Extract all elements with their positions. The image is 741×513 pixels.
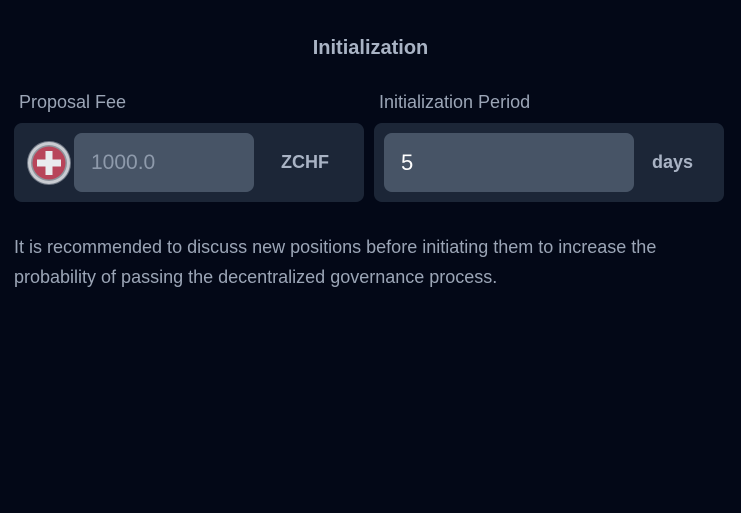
period-unit-label: days (652, 152, 694, 172)
proposal-fee-card: ZCHF (14, 123, 364, 202)
initialization-period-input[interactable] (384, 133, 634, 192)
governance-note: It is recommended to discuss new positio… (14, 237, 657, 287)
section-title: Initialization (312, 37, 429, 59)
proposal-fee-input-wrapper (74, 133, 254, 192)
currency-label: ZCHF (281, 152, 329, 172)
swiss-franc-coin-icon (26, 140, 72, 186)
proposal-fee-input[interactable] (74, 133, 254, 192)
initialization-period-label: Initialization Period (379, 92, 531, 112)
proposal-fee-label: Proposal Fee (19, 92, 127, 112)
initialization-period-card: days (374, 123, 724, 202)
initialization-period-input-wrapper (384, 133, 634, 192)
page: Initialization Proposal Fee Initializati… (0, 0, 741, 513)
